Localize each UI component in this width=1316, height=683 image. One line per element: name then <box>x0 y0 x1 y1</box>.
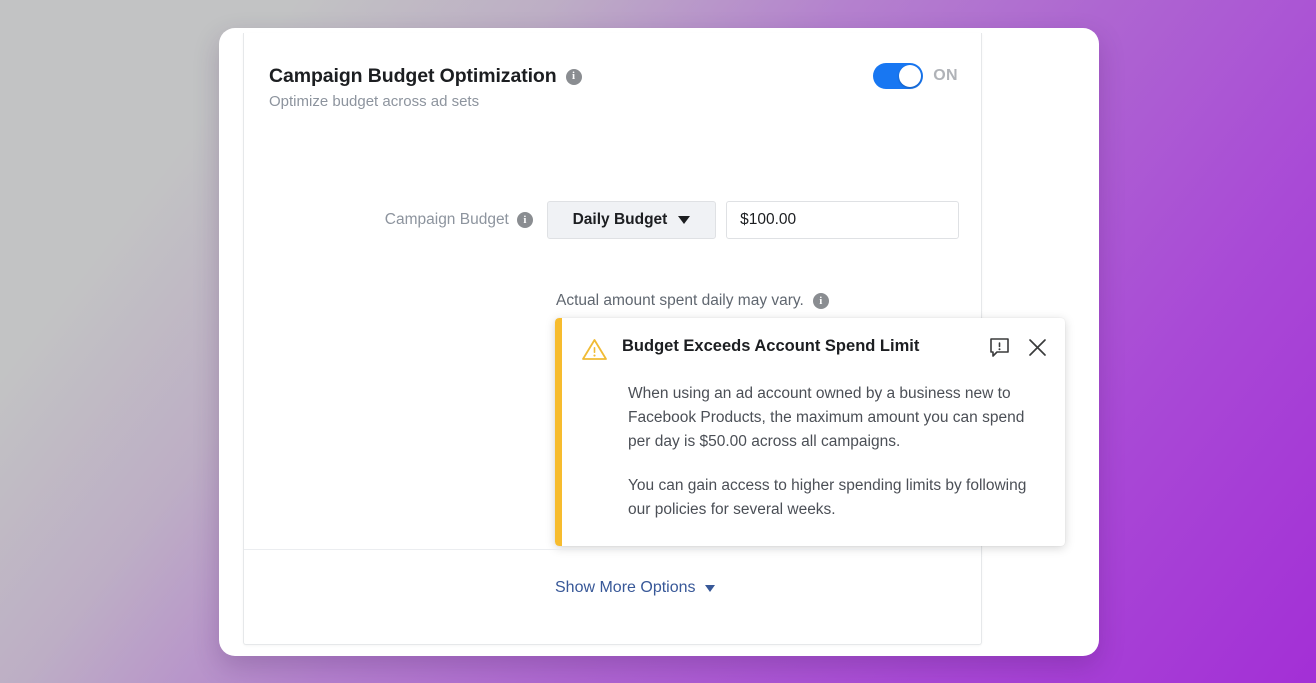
alert-actions <box>989 336 1048 358</box>
show-more-options-label: Show More Options <box>555 579 696 597</box>
cbo-toggle[interactable] <box>873 63 923 89</box>
toggle-state-label: ON <box>933 67 958 85</box>
alert-accent-bar <box>555 318 562 546</box>
chevron-down-icon <box>678 216 690 224</box>
title-row: Campaign Budget Optimization i <box>269 65 959 88</box>
report-feedback-icon[interactable] <box>989 337 1010 358</box>
budget-amount-input[interactable] <box>726 201 959 239</box>
footer-divider <box>244 549 981 550</box>
alert-title: Budget Exceeds Account Spend Limit <box>622 336 975 356</box>
budget-helper-label: Actual amount spent daily may vary. <box>556 292 804 310</box>
campaign-budget-card: Campaign Budget Optimization i Optimize … <box>219 28 1099 656</box>
info-icon[interactable]: i <box>813 293 829 309</box>
show-more-options-link[interactable]: Show More Options <box>555 579 715 597</box>
spend-limit-alert: Budget Exceeds Account Spend Limit <box>555 318 1065 546</box>
budget-type-value: Daily Budget <box>573 211 668 229</box>
campaign-budget-label-text: Campaign Budget <box>385 211 509 229</box>
panel-subtitle: Optimize budget across ad sets <box>269 93 959 110</box>
campaign-budget-row: Campaign Budget i Daily Budget <box>269 201 959 239</box>
info-icon[interactable]: i <box>517 212 533 228</box>
campaign-budget-panel: Campaign Budget Optimization i Optimize … <box>243 33 982 645</box>
campaign-budget-label: Campaign Budget i <box>269 211 547 229</box>
alert-paragraph: You can gain access to higher spending l… <box>628 474 1048 522</box>
budget-type-select[interactable]: Daily Budget <box>547 201 716 239</box>
info-icon[interactable]: i <box>566 69 582 85</box>
alert-header: Budget Exceeds Account Spend Limit <box>581 336 1048 367</box>
warning-triangle-icon <box>581 337 608 367</box>
alert-body: Budget Exceeds Account Spend Limit <box>562 318 1065 546</box>
cbo-toggle-wrap: ON <box>873 63 958 89</box>
budget-helper-text: Actual amount spent daily may vary. i <box>556 292 829 310</box>
alert-paragraph: When using an ad account owned by a busi… <box>628 382 1048 454</box>
panel-header: Campaign Budget Optimization i Optimize … <box>269 65 959 110</box>
toggle-knob <box>899 65 921 87</box>
close-icon[interactable] <box>1027 337 1048 358</box>
page-title: Campaign Budget Optimization <box>269 65 557 88</box>
chevron-down-icon <box>705 585 715 592</box>
